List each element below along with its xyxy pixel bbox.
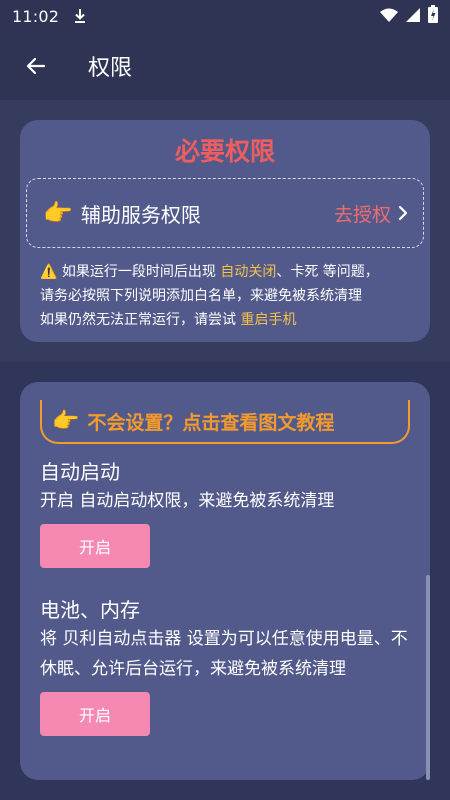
arrow-left-icon (26, 57, 46, 75)
highlight-restart-phone: 重启手机 (240, 312, 297, 328)
battery-memory-open-button[interactable]: 开启 (40, 692, 150, 736)
notes-text: 如果仍然无法正常运行，请尝试 (40, 312, 241, 328)
autostart-title: 自动启动 (40, 460, 120, 484)
signal-icon (406, 7, 420, 26)
page-title: 权限 (88, 56, 133, 81)
status-time: 11:02 (12, 6, 60, 26)
status-bar: 11:02 (0, 0, 450, 32)
battery-icon (428, 5, 438, 27)
highlight-auto-close: 自动关闭 (220, 264, 277, 280)
settings-section: 👉 不会设置？点击查看图文教程 自动启动 开启 自动启动权限，来避免被系统清理 … (0, 362, 450, 800)
notes-text: 、卡死 等问题， (276, 264, 379, 280)
battery-memory-title: 电池、内存 (40, 598, 140, 622)
notes-line-3: 如果仍然无法正常运行，请尝试 重启手机 (40, 308, 420, 332)
tutorial-link[interactable]: 👉 不会设置？点击查看图文教程 (40, 400, 410, 444)
required-heading: 必要权限 (174, 137, 275, 166)
app-bar: 权限 (0, 32, 450, 100)
scrollbar[interactable] (426, 575, 430, 780)
settings-card: 👉 不会设置？点击查看图文教程 自动启动 开启 自动启动权限，来避免被系统清理 … (20, 382, 430, 780)
pointing-hand-icon: 👉 (52, 408, 80, 434)
back-button[interactable] (16, 46, 56, 86)
pointing-hand-icon: 👉 (43, 199, 73, 227)
notes-line-1: ⚠️ 如果运行一段时间后出现 自动关闭、卡死 等问题， (40, 260, 420, 284)
warning-icon: ⚠️ (40, 264, 58, 280)
wifi-icon (380, 7, 398, 26)
autostart-desc: 开启 自动启动权限，来避免被系统清理 (40, 491, 335, 511)
required-permission-card: 必要权限 👉 辅助服务权限 去授权 ⚠️ 如果运行一段时间后出现 自动关闭、卡死… (20, 120, 430, 342)
authorize-link[interactable]: 去授权 (334, 200, 391, 227)
battery-memory-desc: 将 贝利自动点击器 设置为可以任意使用电量、不休眠、允许后台运行，来避免被系统清… (40, 629, 408, 679)
autostart-open-button[interactable]: 开启 (40, 524, 150, 568)
whitelist-notes: ⚠️ 如果运行一段时间后出现 自动关闭、卡死 等问题， 请务必按照下列说明添加白… (40, 260, 420, 332)
notes-line-2: 请务必按照下列说明添加白名单，来避免被系统清理 (40, 288, 362, 304)
download-icon (73, 8, 87, 24)
tutorial-text: 不会设置？点击查看图文教程 (87, 411, 335, 434)
required-section: 必要权限 👉 辅助服务权限 去授权 ⚠️ 如果运行一段时间后出现 自动关闭、卡死… (0, 100, 450, 362)
chevron-right-icon (397, 205, 409, 221)
permission-label: 辅助服务权限 (80, 202, 201, 227)
notes-text: 如果运行一段时间后出现 (57, 264, 221, 280)
accessibility-permission-row[interactable]: 👉 辅助服务权限 去授权 (26, 178, 424, 248)
